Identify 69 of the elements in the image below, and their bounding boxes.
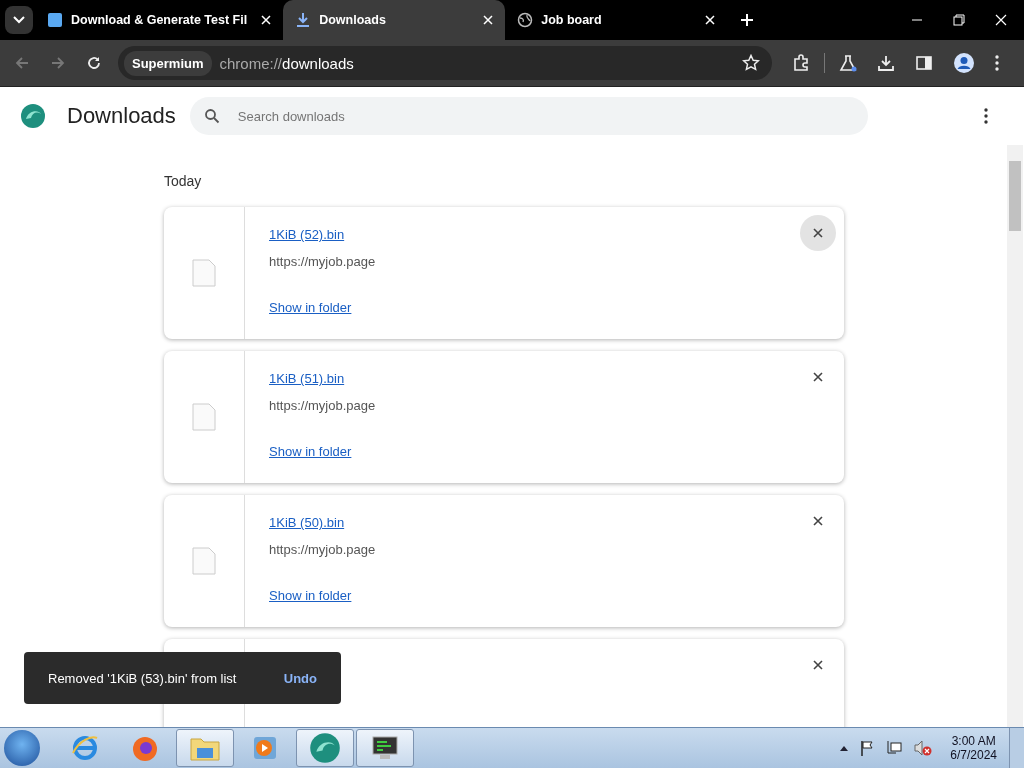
play-icon [251, 734, 279, 762]
more-icon[interactable] [995, 55, 999, 71]
search-input[interactable]: Search downloads [235, 107, 868, 125]
source-url: https://myjob.page [269, 542, 376, 557]
forward-icon[interactable] [50, 55, 66, 71]
browser-tab[interactable]: Download & Generate Test Fil [35, 0, 284, 40]
close-icon[interactable] [705, 15, 716, 25]
close-icon[interactable] [261, 15, 272, 25]
toast-message: Removed '1KiB (53).bin' from list [48, 670, 237, 686]
tab-title: Job board [541, 13, 603, 27]
speaker-muted-icon[interactable] [914, 740, 933, 756]
file-icon [192, 403, 216, 431]
close-icon [813, 372, 823, 382]
url-text: chrome://downloads [219, 54, 354, 72]
search-icon [203, 108, 220, 124]
download-icon [295, 12, 312, 28]
remove-button[interactable] [800, 215, 836, 251]
tab-title: Downloads [319, 13, 387, 27]
network-icon[interactable] [886, 740, 903, 756]
scrollbar[interactable] [1007, 145, 1023, 727]
file-icon [192, 547, 216, 575]
browser-tab[interactable]: Job board [505, 0, 728, 40]
start-button[interactable] [4, 730, 40, 766]
new-tab-icon[interactable] [741, 14, 754, 26]
clock-date: 6/7/2024 [950, 748, 997, 762]
show-in-folder-link[interactable]: Show in folder [269, 444, 352, 459]
close-icon[interactable] [995, 14, 1007, 26]
clock-time: 3:00 AM [951, 734, 996, 748]
show-in-folder-link[interactable]: Show in folder [269, 300, 352, 315]
source-url: https://myjob.page [269, 254, 376, 269]
globe-icon [517, 12, 534, 28]
side-panel-icon[interactable] [915, 54, 933, 72]
section-heading: Today [164, 173, 203, 189]
show-in-folder-link[interactable]: Show in folder [269, 588, 352, 603]
search-bar[interactable]: Search downloads [189, 97, 868, 135]
monitor-icon [370, 734, 400, 762]
close-icon [813, 660, 823, 670]
file-name-link[interactable]: 1KiB (51).bin [269, 371, 345, 386]
close-icon [813, 516, 823, 526]
file-icon [192, 259, 216, 287]
close-icon[interactable] [483, 15, 494, 25]
file-name-link[interactable]: 1KiB (52).bin [269, 227, 345, 242]
tab-title: Download & Generate Test Fil [71, 13, 249, 27]
back-icon[interactable] [14, 55, 30, 71]
star-icon[interactable] [742, 54, 760, 72]
reload-icon[interactable] [86, 55, 102, 71]
more-icon[interactable] [983, 108, 988, 124]
download-icon[interactable] [877, 54, 895, 72]
restore-icon[interactable] [953, 14, 965, 26]
taskbar-button[interactable] [356, 729, 414, 767]
flag-icon[interactable] [860, 740, 875, 756]
file-name-link[interactable]: 1KiB (50).bin [269, 515, 345, 530]
chevron-down-icon [13, 16, 25, 24]
close-icon [813, 228, 823, 238]
tab-search-button[interactable] [5, 6, 33, 34]
site-chip[interactable]: Supermium [124, 50, 212, 76]
flask-icon[interactable] [839, 54, 857, 72]
address-bar[interactable]: Supermium chrome://downloads [118, 46, 772, 80]
browser-tab[interactable]: Downloads [283, 0, 506, 40]
profile-icon[interactable] [953, 52, 975, 74]
page-title: Downloads [67, 103, 176, 129]
app-logo-icon [20, 103, 46, 129]
page-icon [47, 12, 63, 28]
caret-up-icon[interactable] [840, 745, 849, 751]
letter-e-icon [70, 733, 100, 763]
source-url: https://myjob.page [269, 398, 376, 413]
app-logo-icon [309, 732, 341, 764]
undo-button[interactable]: Undo [283, 666, 317, 690]
puzzle-icon[interactable] [792, 54, 810, 72]
